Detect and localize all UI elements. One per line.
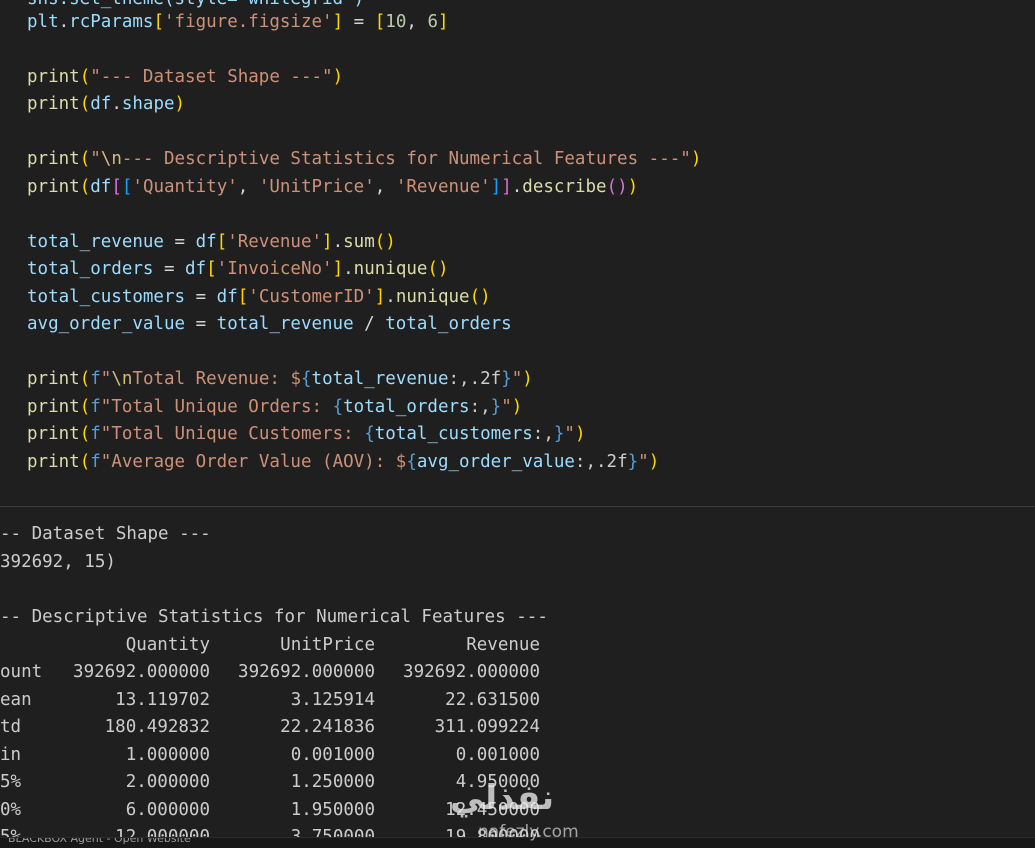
- cell-unitprice: 3.750000: [290, 827, 375, 837]
- cell-unitprice: 392692.000000: [238, 662, 375, 682]
- code-line-print-shape-header: print("--- Dataset Shape ---"): [27, 67, 344, 87]
- row-label: 5%: [0, 827, 22, 837]
- cell-quantity: 392692.000000: [73, 662, 210, 682]
- code-cell[interactable]: sns.set_theme(style="whitegrid") plt.rcP…: [0, 0, 1035, 506]
- cell-quantity: 12.000000: [115, 827, 210, 837]
- cell-quantity: 2.000000: [125, 772, 210, 792]
- cell-unitprice: 3.125914: [290, 690, 375, 710]
- watermark-latin: nafezly.com: [478, 822, 579, 842]
- code-line-total-orders: total_orders = df['InvoiceNo'].nunique(): [27, 259, 449, 279]
- row-label: 0%: [0, 800, 22, 820]
- cell-revenue: 392692.000000: [403, 662, 540, 682]
- table-header-unitprice: UnitPrice: [280, 635, 375, 655]
- cell-revenue: 22.631500: [445, 690, 540, 710]
- cell-unitprice: 1.250000: [290, 772, 375, 792]
- output-desc-header: -- Descriptive Statistics for Numerical …: [0, 607, 548, 627]
- cell-revenue: 0.001000: [455, 745, 540, 765]
- output-shape-header: -- Dataset Shape ---: [0, 524, 211, 544]
- code-line-print-shape: print(df.shape): [27, 94, 186, 114]
- table-header-quantity: Quantity: [125, 635, 210, 655]
- cell-unitprice: 0.001000: [290, 745, 375, 765]
- code-line-total-revenue: total_revenue = df['Revenue'].sum(): [27, 232, 396, 252]
- code-line-print-describe: print(df[['Quantity', 'UnitPrice', 'Reve…: [27, 177, 639, 197]
- table-header-revenue: Revenue: [466, 635, 540, 655]
- cell-revenue: 311.099224: [434, 717, 540, 737]
- row-label: 5%: [0, 772, 22, 792]
- code-line-print-orders: print(f"Total Unique Orders: {total_orde…: [27, 397, 523, 417]
- code-line-print-desc-header: print("\n--- Descriptive Statistics for …: [27, 149, 702, 169]
- cell-quantity: 180.492832: [104, 717, 210, 737]
- watermark-arabic: نفذلي: [450, 778, 555, 818]
- code-line-avg-order-value: avg_order_value = total_revenue / total_…: [27, 314, 512, 334]
- code-line-total-customers: total_customers = df['CustomerID'].nuniq…: [27, 287, 491, 307]
- code-line-print-aov: print(f"Average Order Value (AOV): ${avg…: [27, 452, 660, 472]
- code-line-print-customers: print(f"Total Unique Customers: {total_c…: [27, 424, 586, 444]
- watermark-logo: نفذلي nafezly.com: [450, 778, 590, 848]
- output-shape-value: 392692, 15): [0, 552, 116, 572]
- cell-unitprice: 1.950000: [290, 800, 375, 820]
- row-label: td: [0, 717, 22, 737]
- row-label: in: [0, 745, 22, 765]
- status-bar-text[interactable]: BLACKBOX Agent - Open Website: [8, 838, 191, 845]
- code-line-print-revenue: print(f"\nTotal Revenue: ${total_revenue…: [27, 369, 533, 389]
- code-line-rcparams: plt.rcParams['figure.figsize'] = [10, 6]: [27, 12, 449, 32]
- cell-quantity: 13.119702: [115, 690, 210, 710]
- row-label: ean: [0, 690, 32, 710]
- cell-quantity: 1.000000: [125, 745, 210, 765]
- row-label: ount: [0, 662, 43, 682]
- cell-unitprice: 22.241836: [280, 717, 375, 737]
- cell-quantity: 6.000000: [125, 800, 210, 820]
